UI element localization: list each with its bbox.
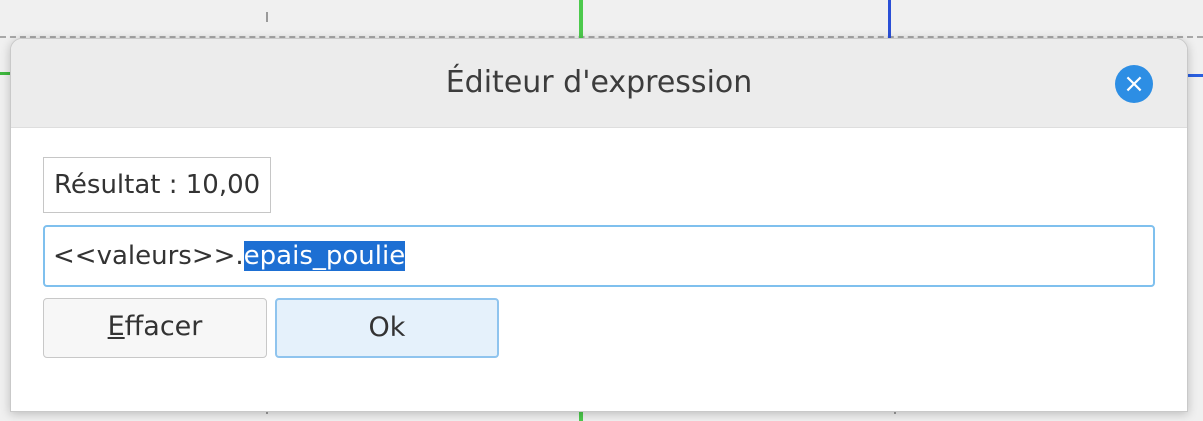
clear-button[interactable]: Effacer [43,298,267,358]
expression-input[interactable]: <<valeurs>>.epais_poulie [43,225,1155,287]
canvas-background: Éditeur d'expression × Résultat : 10,00 … [0,0,1203,421]
result-display: Résultat : 10,00 [43,157,272,213]
clear-label: ffacer [124,311,203,342]
expression-prefix: <<valeurs>>. [53,241,244,271]
ok-button[interactable]: Ok [275,298,499,358]
dialog-body: Résultat : 10,00 <<valeurs>>.epais_pouli… [11,128,1187,411]
expression-selected-text: epais_poulie [243,241,406,271]
dialog-titlebar[interactable]: Éditeur d'expression × [11,39,1187,128]
clear-mnemonic: E [107,311,125,342]
blue-axis-line [888,0,891,40]
close-button[interactable]: × [1115,65,1153,103]
ok-label: Ok [368,312,406,343]
expression-editor-dialog: Éditeur d'expression × Résultat : 10,00 … [10,38,1188,412]
dialog-title: Éditeur d'expression [445,65,753,100]
ruler-tick [266,12,268,22]
close-icon: × [1123,69,1145,99]
